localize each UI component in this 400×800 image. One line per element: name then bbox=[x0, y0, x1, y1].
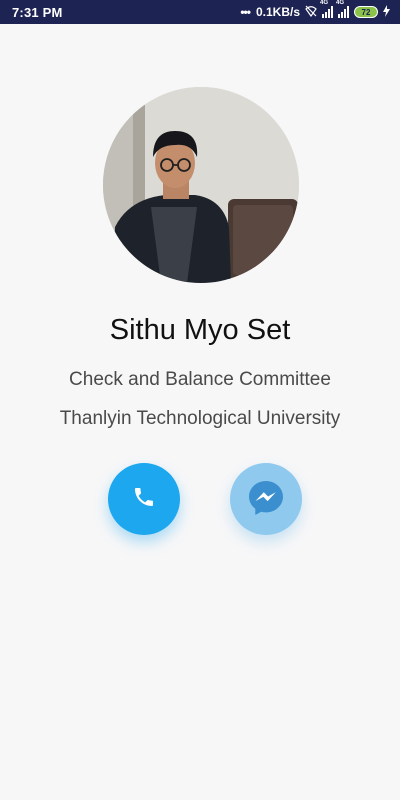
battery-icon: 72 bbox=[354, 6, 378, 18]
wifi-off-icon bbox=[305, 5, 317, 20]
call-button[interactable] bbox=[108, 463, 180, 535]
messenger-button[interactable] bbox=[230, 463, 302, 535]
status-bar: 7:31 PM ••• 0.1KB/s 4G 4G 72 bbox=[0, 0, 400, 24]
charging-icon bbox=[383, 4, 390, 20]
contact-name: Sithu Myo Set bbox=[109, 314, 291, 346]
network-speed: 0.1KB/s bbox=[255, 5, 300, 19]
avatar bbox=[103, 87, 299, 283]
status-time: 7:31 PM bbox=[12, 4, 63, 20]
signal-icon: 4G bbox=[336, 0, 349, 18]
phone-icon bbox=[132, 485, 156, 514]
dots-icon: ••• bbox=[240, 5, 251, 19]
contact-role: Check and Balance Committee bbox=[69, 369, 331, 390]
signal-icon: 4G bbox=[320, 0, 333, 18]
battery-level: 72 bbox=[361, 7, 371, 17]
messenger-icon bbox=[244, 475, 288, 524]
contact-organization: Thanlyin Technological University bbox=[59, 408, 341, 429]
status-indicators: ••• 0.1KB/s 4G 4G 72 bbox=[240, 0, 390, 20]
